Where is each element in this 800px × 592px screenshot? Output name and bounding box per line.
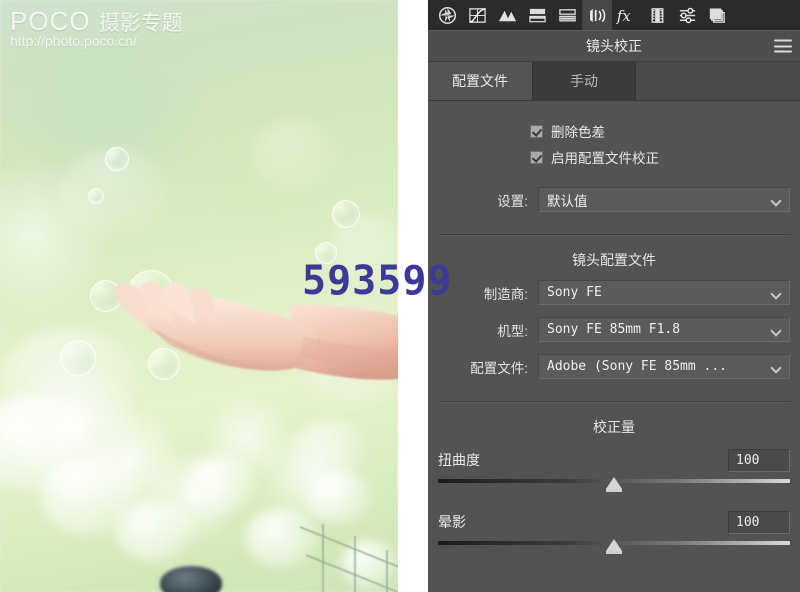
tab-profile[interactable]: 配置文件 xyxy=(428,62,532,100)
chevron-down-icon xyxy=(772,364,781,370)
detail-icon[interactable] xyxy=(552,0,582,30)
snapshots-stack-icon[interactable] xyxy=(702,0,732,30)
effects-fx-icon[interactable]: fx xyxy=(612,0,642,30)
chevron-down-icon xyxy=(772,197,781,203)
remove-chromatic-aberration-label: 删除色差 xyxy=(551,125,605,140)
camera-calibration-icon[interactable] xyxy=(642,0,672,30)
model-label: 机型: xyxy=(497,323,528,339)
panel-titlebar: 镜头校正 xyxy=(428,30,800,62)
tone-curve-icon[interactable] xyxy=(462,0,492,30)
app-root: POCO 摄影专题 http://photo.poco.cn/ 593599 f… xyxy=(0,0,800,592)
overlay-digits: 593599 xyxy=(302,258,453,304)
tab-manual[interactable]: 手动 xyxy=(532,62,636,100)
lens-correction-panel: fx 镜头校正 配置文件 手动 删除色差 启用配置文件校正 设置: 默认值 镜头… xyxy=(428,0,800,592)
enable-profile-corrections-checkbox[interactable] xyxy=(530,150,543,164)
vignetting-slider[interactable] xyxy=(438,537,790,555)
settings-select[interactable]: 默认值 xyxy=(538,187,790,212)
make-select-value: Sony FE xyxy=(547,285,602,300)
panel-title: 镜头校正 xyxy=(586,38,642,54)
tab-strip-filler xyxy=(636,62,800,100)
panel-tabs: 配置文件 手动 xyxy=(428,62,800,101)
distortion-slider-thumb[interactable] xyxy=(606,477,622,492)
distortion-value-field[interactable]: 100 xyxy=(728,448,790,472)
presets-sliders-icon[interactable] xyxy=(672,0,702,30)
make-row: 制造商: Sony FE xyxy=(438,274,790,311)
svg-text:fx: fx xyxy=(616,8,631,25)
tab-profile-label: 配置文件 xyxy=(452,73,508,89)
profile-select[interactable]: Adobe (Sony FE 85mm ... xyxy=(538,354,790,379)
vignetting-slider-block: 晕影 100 xyxy=(438,503,790,555)
distortion-slider[interactable] xyxy=(438,475,790,493)
checkbox-row-remove-ca[interactable]: 删除色差 xyxy=(428,121,800,141)
tab-manual-label: 手动 xyxy=(570,73,598,89)
vignetting-value-field[interactable]: 100 xyxy=(728,510,790,534)
hsl-grayscale-icon[interactable] xyxy=(492,0,522,30)
foreground-object xyxy=(160,566,222,592)
profile-select-value: Adobe (Sony FE 85mm ... xyxy=(547,359,728,374)
correction-amount-section-title: 校正量 xyxy=(593,419,635,435)
make-select[interactable]: Sony FE xyxy=(538,280,790,305)
model-row: 机型: Sony FE 85mm F1.8 xyxy=(438,311,790,348)
bubble xyxy=(105,147,129,171)
bubble xyxy=(88,188,104,204)
settings-label: 设置: xyxy=(497,193,528,209)
vignetting-label: 晕影 xyxy=(438,514,466,530)
chevron-down-icon xyxy=(772,290,781,296)
checkbox-row-enable-profile[interactable]: 启用配置文件校正 xyxy=(428,147,800,167)
profile-label: 配置文件: xyxy=(470,360,528,376)
model-select-value: Sony FE 85mm F1.8 xyxy=(547,322,681,337)
vignetting-slider-thumb[interactable] xyxy=(606,539,622,554)
distortion-slider-block: 扭曲度 100 xyxy=(438,441,790,493)
split-toning-icon[interactable] xyxy=(522,0,552,30)
hamburger-menu-icon[interactable] xyxy=(774,39,792,53)
settings-select-value: 默认值 xyxy=(547,193,588,209)
bubble xyxy=(332,200,360,228)
lens-correction-icon[interactable] xyxy=(582,0,612,30)
distortion-label: 扭曲度 xyxy=(438,452,480,468)
model-select[interactable]: Sony FE 85mm F1.8 xyxy=(538,317,790,342)
enable-profile-corrections-label: 启用配置文件校正 xyxy=(551,151,659,166)
lens-profile-section-title: 镜头配置文件 xyxy=(572,252,656,268)
panel-toolbar: fx xyxy=(428,0,800,30)
chevron-down-icon xyxy=(772,327,781,333)
remove-chromatic-aberration-checkbox[interactable] xyxy=(530,124,543,138)
settings-row: 设置: 默认值 xyxy=(438,181,790,218)
basic-aperture-icon[interactable] xyxy=(432,0,462,30)
profile-row: 配置文件: Adobe (Sony FE 85mm ... xyxy=(438,348,790,385)
make-label: 制造商: xyxy=(483,286,528,302)
panel-body: 删除色差 启用配置文件校正 设置: 默认值 镜头配置文件 制造商: Sony F… xyxy=(428,101,800,555)
